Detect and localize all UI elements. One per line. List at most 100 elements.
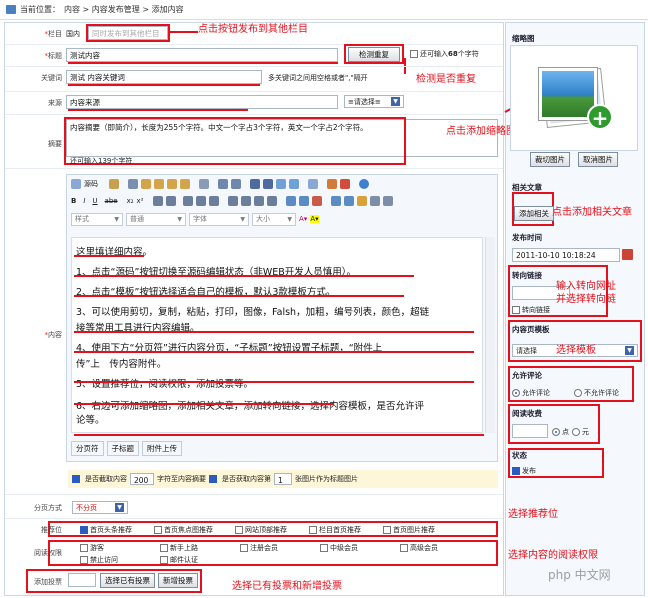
pagination-label: 分页方式 bbox=[34, 504, 62, 512]
remove-format-icon[interactable] bbox=[289, 178, 299, 189]
extract-image-checkbox[interactable] bbox=[209, 475, 217, 483]
thumbnail-box[interactable]: + bbox=[510, 45, 638, 151]
calendar-icon[interactable] bbox=[622, 249, 633, 260]
point-radio bbox=[552, 428, 560, 436]
flash-icon[interactable] bbox=[340, 178, 350, 189]
select-all-icon[interactable] bbox=[276, 178, 286, 189]
bg-color-icon[interactable]: A▾ bbox=[310, 215, 319, 223]
crop-image-button[interactable]: 裁切图片 bbox=[530, 152, 570, 167]
publish-checkbox bbox=[512, 467, 520, 475]
find-icon[interactable] bbox=[250, 178, 260, 189]
template-title: 内容页模板 bbox=[512, 325, 550, 334]
status-title: 状态 bbox=[512, 451, 527, 460]
align-center-icon[interactable] bbox=[240, 195, 251, 206]
page-break-button[interactable]: 分页符 bbox=[71, 441, 104, 456]
home-icon bbox=[6, 5, 16, 14]
extract-length-input[interactable]: 200 bbox=[130, 473, 154, 485]
redo-icon[interactable] bbox=[231, 178, 241, 189]
recommend-checkbox bbox=[154, 526, 162, 534]
summary-label: 摘要 bbox=[48, 140, 62, 148]
undo-icon[interactable] bbox=[218, 178, 228, 189]
font-select[interactable]: 字体 ▼ bbox=[189, 212, 249, 226]
check-duplicate-button[interactable]: 检测重复 bbox=[348, 47, 400, 62]
unlink-icon[interactable] bbox=[298, 195, 309, 206]
bold-checkbox[interactable] bbox=[410, 50, 418, 58]
bold-icon[interactable]: B bbox=[71, 197, 76, 205]
chevron-down-icon: ▼ bbox=[115, 503, 124, 512]
redirect-title: 转向链接 bbox=[512, 271, 542, 280]
subtitle-button[interactable]: 子标题 bbox=[106, 441, 139, 456]
format-select[interactable]: 普通 ▼ bbox=[126, 212, 186, 226]
link-icon[interactable] bbox=[285, 195, 296, 206]
page-break-icon[interactable] bbox=[382, 195, 393, 206]
editor-scrollbar[interactable] bbox=[485, 237, 495, 433]
bullet-list-icon[interactable] bbox=[165, 195, 176, 206]
column-label: *栏目 bbox=[44, 30, 63, 38]
breadcrumb-path[interactable]: 内容 > 内容发布管理 > 添加内容 bbox=[64, 4, 184, 15]
vote-input[interactable] bbox=[68, 573, 96, 587]
subscript-icon[interactable]: x₂ bbox=[127, 197, 134, 205]
select-vote-button[interactable]: 选择已有投票 bbox=[100, 573, 155, 588]
paste-word-icon[interactable] bbox=[180, 178, 190, 189]
align-right-icon[interactable] bbox=[253, 195, 264, 206]
extract-summary-checkbox[interactable] bbox=[72, 475, 80, 483]
align-left-icon[interactable] bbox=[227, 195, 238, 206]
source-button[interactable]: 源码 bbox=[84, 179, 98, 189]
align-justify-icon[interactable] bbox=[266, 195, 277, 206]
paste-text-icon[interactable] bbox=[167, 178, 177, 189]
cancel-image-button[interactable]: 取消图片 bbox=[578, 152, 618, 167]
allow-comment-radio bbox=[512, 389, 520, 397]
special-char-icon[interactable] bbox=[369, 195, 380, 206]
annotation-text: 选择内容的阅读权限 bbox=[508, 550, 598, 561]
preview-icon[interactable] bbox=[308, 178, 318, 189]
blockquote-icon[interactable] bbox=[208, 195, 219, 206]
italic-icon[interactable]: I bbox=[83, 197, 85, 205]
title-counter: 还可输入68个字符 bbox=[410, 49, 479, 59]
style-select[interactable]: 样式 ▼ bbox=[71, 212, 123, 226]
chevron-down-icon: ▼ bbox=[391, 97, 400, 106]
editor-toolbar-2: B I Uabe x₂ x² bbox=[67, 192, 497, 209]
underline-icon[interactable]: U bbox=[92, 197, 97, 205]
keywords-input[interactable]: 测试 内容关键词 bbox=[66, 70, 262, 84]
deny-comment-radio bbox=[574, 389, 582, 397]
paste-icon[interactable] bbox=[154, 178, 164, 189]
text-color-icon[interactable]: A▾ bbox=[299, 215, 307, 223]
cut-icon[interactable] bbox=[128, 178, 138, 189]
copy-icon[interactable] bbox=[141, 178, 151, 189]
strike-icon[interactable]: abe bbox=[105, 197, 118, 205]
source-icon[interactable] bbox=[71, 178, 81, 189]
keywords-label: 关键词 bbox=[41, 74, 62, 82]
source-select[interactable]: ≡请选择≡ ▼ bbox=[344, 95, 404, 108]
annotation-text: 点击添加相关文章 bbox=[552, 207, 632, 218]
source-input[interactable]: 内容来源 bbox=[66, 95, 338, 109]
replace-icon[interactable] bbox=[263, 178, 273, 189]
superscript-icon[interactable]: x² bbox=[137, 197, 144, 205]
size-select[interactable]: 大小 ▼ bbox=[252, 212, 296, 226]
attachment-upload-button[interactable]: 附件上传 bbox=[142, 441, 182, 456]
yuan-radio bbox=[572, 428, 580, 436]
outdent-icon[interactable] bbox=[182, 195, 193, 206]
ordered-list-icon[interactable] bbox=[152, 195, 163, 206]
table-icon[interactable] bbox=[330, 195, 341, 206]
rule-icon[interactable] bbox=[343, 195, 354, 206]
annotation-text: 选择已有投票和新增投票 bbox=[232, 581, 342, 592]
smiley-icon[interactable] bbox=[356, 195, 367, 206]
globe-icon[interactable] bbox=[359, 178, 369, 189]
print-icon[interactable] bbox=[199, 178, 209, 189]
add-thumbnail-icon[interactable]: + bbox=[587, 104, 613, 130]
add-related-button[interactable]: 添加相关 bbox=[514, 206, 554, 221]
title-input[interactable]: 测试内容 bbox=[66, 48, 338, 62]
indent-icon[interactable] bbox=[195, 195, 206, 206]
permission-label: 阅读权限 bbox=[34, 549, 62, 557]
image-icon[interactable] bbox=[327, 178, 337, 189]
anchor-icon[interactable] bbox=[311, 195, 322, 206]
recommend-checkbox bbox=[383, 526, 391, 534]
chevron-down-icon: ▼ bbox=[625, 346, 634, 355]
extract-image-index-input[interactable]: 1 bbox=[274, 473, 292, 485]
pagination-select[interactable]: 不分页 ▼ bbox=[72, 501, 128, 514]
publish-time-input[interactable]: 2011-10-10 10:18:24 bbox=[512, 248, 620, 262]
read-fee-input[interactable] bbox=[512, 424, 548, 438]
template-icon[interactable] bbox=[109, 178, 119, 189]
new-vote-button[interactable]: 新增投票 bbox=[158, 573, 198, 588]
column-value: 国内 bbox=[66, 30, 80, 38]
